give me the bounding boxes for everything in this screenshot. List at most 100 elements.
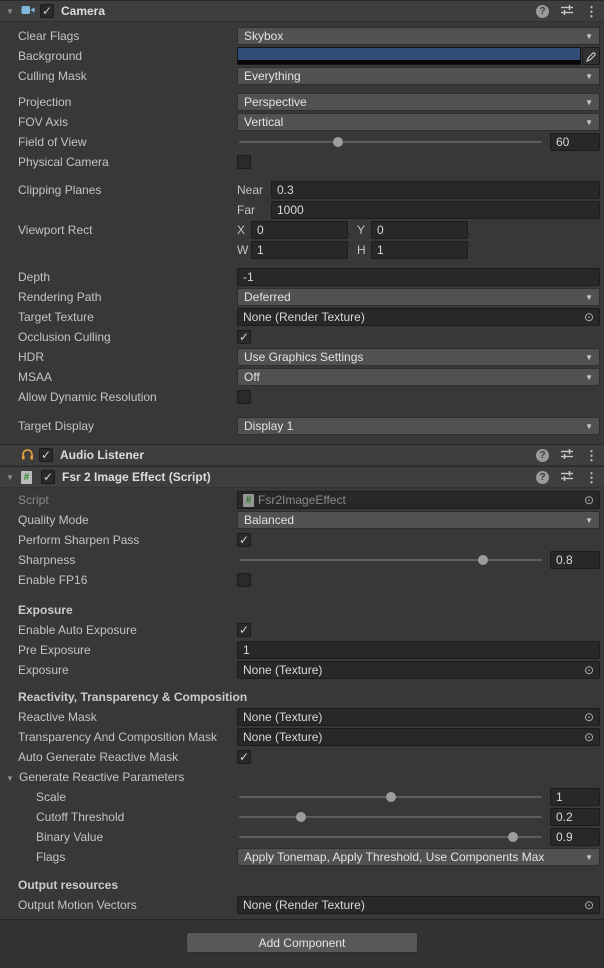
flags-dropdown[interactable]: Apply Tonemap, Apply Threshold, Use Comp… bbox=[237, 848, 600, 866]
row-hdr: HDR Use Graphics Settings ▼ bbox=[0, 347, 604, 367]
row-msaa: MSAA Off ▼ bbox=[0, 367, 604, 387]
transparency-mask-object-field[interactable]: None (Texture) ⊙ bbox=[237, 728, 600, 746]
help-icon[interactable]: ? bbox=[536, 449, 549, 462]
exposure-object-field[interactable]: None (Texture) ⊙ bbox=[237, 661, 600, 679]
near-input[interactable]: 0.3 bbox=[271, 181, 600, 199]
msaa-dropdown[interactable]: Off ▼ bbox=[237, 368, 600, 386]
cutoff-threshold-slider[interactable] bbox=[237, 808, 544, 826]
fsr2-enabled-checkbox[interactable] bbox=[41, 470, 55, 484]
scale-slider[interactable] bbox=[237, 788, 544, 806]
clear-flags-label: Clear Flags bbox=[0, 29, 237, 43]
row-target-display: Target Display Display 1 ▼ bbox=[0, 416, 604, 436]
reactive-mask-object-field[interactable]: None (Texture) ⊙ bbox=[237, 708, 600, 726]
foldout-arrow-icon[interactable]: ▼ bbox=[4, 7, 16, 16]
add-component-button[interactable]: Add Component bbox=[186, 932, 418, 953]
binary-value-slider[interactable] bbox=[237, 828, 544, 846]
chevron-down-icon: ▼ bbox=[581, 853, 593, 862]
quality-mode-dropdown[interactable]: Balanced ▼ bbox=[237, 511, 600, 529]
kebab-menu-icon[interactable]: ⋮ bbox=[585, 5, 598, 18]
target-texture-object-field[interactable]: None (Render Texture) ⊙ bbox=[237, 308, 600, 326]
projection-dropdown[interactable]: Perspective ▼ bbox=[237, 93, 600, 111]
fov-axis-label: FOV Axis bbox=[0, 115, 237, 129]
output-motion-vectors-value: None (Render Texture) bbox=[243, 898, 365, 912]
pre-exposure-label: Pre Exposure bbox=[0, 643, 237, 657]
perform-sharpen-pass-checkbox[interactable] bbox=[237, 533, 251, 547]
slider-thumb[interactable] bbox=[333, 137, 343, 147]
headphones-icon bbox=[21, 448, 34, 463]
row-auto-generate-reactive-mask: Auto Generate Reactive Mask bbox=[0, 747, 604, 767]
eyedropper-icon[interactable] bbox=[582, 47, 600, 65]
camera-component-header[interactable]: ▼ Camera ? ⋮ bbox=[0, 0, 604, 22]
presets-icon[interactable] bbox=[561, 470, 573, 485]
fsr2-component-header[interactable]: ▼ # Fsr 2 Image Effect (Script) ? ⋮ bbox=[0, 466, 604, 488]
pre-exposure-input[interactable]: 1 bbox=[237, 641, 600, 659]
presets-icon[interactable] bbox=[561, 4, 573, 19]
background-color-swatch[interactable] bbox=[237, 47, 581, 65]
rendering-path-dropdown[interactable]: Deferred ▼ bbox=[237, 288, 600, 306]
inspector-footer: Add Component bbox=[0, 920, 604, 968]
row-cutoff-threshold: Cutoff Threshold 0.2 bbox=[0, 807, 604, 827]
viewport-y-input[interactable]: 0 bbox=[371, 221, 468, 239]
quality-mode-value: Balanced bbox=[244, 513, 294, 527]
field-of-view-label: Field of View bbox=[0, 135, 237, 149]
slider-thumb[interactable] bbox=[508, 832, 518, 842]
object-picker-icon[interactable]: ⊙ bbox=[584, 493, 594, 507]
foldout-arrow-icon[interactable]: ▼ bbox=[4, 473, 16, 482]
culling-mask-dropdown[interactable]: Everything ▼ bbox=[237, 67, 600, 85]
object-picker-icon[interactable]: ⊙ bbox=[584, 730, 594, 744]
auto-generate-reactive-mask-checkbox[interactable] bbox=[237, 750, 251, 764]
help-icon[interactable]: ? bbox=[536, 5, 549, 18]
field-of-view-input[interactable]: 60 bbox=[550, 133, 600, 151]
viewport-w-input[interactable]: 1 bbox=[251, 241, 348, 259]
object-picker-icon[interactable]: ⊙ bbox=[584, 310, 594, 324]
object-picker-icon[interactable]: ⊙ bbox=[584, 710, 594, 724]
camera-enabled-checkbox[interactable] bbox=[40, 4, 54, 18]
field-of-view-slider[interactable] bbox=[237, 133, 544, 151]
fov-axis-dropdown[interactable]: Vertical ▼ bbox=[237, 113, 600, 131]
enable-auto-exposure-label: Enable Auto Exposure bbox=[0, 623, 237, 637]
sharpness-input[interactable]: 0.8 bbox=[550, 551, 600, 569]
sharpness-slider[interactable] bbox=[237, 551, 544, 569]
far-input[interactable]: 1000 bbox=[271, 201, 600, 219]
audio-listener-enabled-checkbox[interactable] bbox=[39, 448, 53, 462]
scale-label: Scale bbox=[0, 790, 237, 804]
occlusion-culling-checkbox[interactable] bbox=[237, 330, 251, 344]
hdr-dropdown[interactable]: Use Graphics Settings ▼ bbox=[237, 348, 600, 366]
viewport-h-input[interactable]: 1 bbox=[371, 241, 468, 259]
kebab-menu-icon[interactable]: ⋮ bbox=[585, 449, 598, 462]
chevron-down-icon: ▼ bbox=[581, 516, 593, 525]
enable-auto-exposure-checkbox[interactable] bbox=[237, 623, 251, 637]
fsr2-component-title: Fsr 2 Image Effect (Script) bbox=[62, 470, 211, 484]
msaa-value: Off bbox=[244, 370, 260, 384]
output-motion-vectors-object-field[interactable]: None (Render Texture) ⊙ bbox=[237, 896, 600, 914]
reactivity-section-label: Reactivity, Transparency & Composition bbox=[0, 690, 247, 704]
help-icon[interactable]: ? bbox=[536, 471, 549, 484]
clear-flags-dropdown[interactable]: Skybox ▼ bbox=[237, 27, 600, 45]
physical-camera-checkbox[interactable] bbox=[237, 155, 251, 169]
clipping-planes-label: Clipping Planes bbox=[0, 183, 237, 197]
object-picker-icon[interactable]: ⊙ bbox=[584, 663, 594, 677]
chevron-down-icon: ▼ bbox=[581, 293, 593, 302]
audio-listener-component-header[interactable]: ▼ Audio Listener ? ⋮ bbox=[0, 444, 604, 466]
kebab-menu-icon[interactable]: ⋮ bbox=[585, 471, 598, 484]
cutoff-threshold-input[interactable]: 0.2 bbox=[550, 808, 600, 826]
scale-input[interactable]: 1 bbox=[550, 788, 600, 806]
fov-axis-value: Vertical bbox=[244, 115, 283, 129]
target-display-dropdown[interactable]: Display 1 ▼ bbox=[237, 417, 600, 435]
slider-thumb[interactable] bbox=[478, 555, 488, 565]
row-rendering-path: Rendering Path Deferred ▼ bbox=[0, 287, 604, 307]
slider-thumb[interactable] bbox=[386, 792, 396, 802]
depth-input[interactable]: -1 bbox=[237, 268, 600, 286]
row-physical-camera: Physical Camera bbox=[0, 152, 604, 172]
slider-thumb[interactable] bbox=[296, 812, 306, 822]
object-picker-icon[interactable]: ⊙ bbox=[584, 898, 594, 912]
presets-icon[interactable] bbox=[561, 448, 573, 463]
foldout-arrow-icon[interactable]: ▼ bbox=[6, 774, 19, 783]
viewport-x-input[interactable]: 0 bbox=[251, 221, 348, 239]
allow-dynamic-resolution-checkbox[interactable] bbox=[237, 390, 251, 404]
enable-fp16-label: Enable FP16 bbox=[0, 573, 237, 587]
row-reactive-mask: Reactive Mask None (Texture) ⊙ bbox=[0, 707, 604, 727]
binary-value-input[interactable]: 0.9 bbox=[550, 828, 600, 846]
enable-fp16-checkbox[interactable] bbox=[237, 573, 251, 587]
row-viewport-xy: Viewport Rect X 0 Y 0 bbox=[0, 220, 604, 240]
